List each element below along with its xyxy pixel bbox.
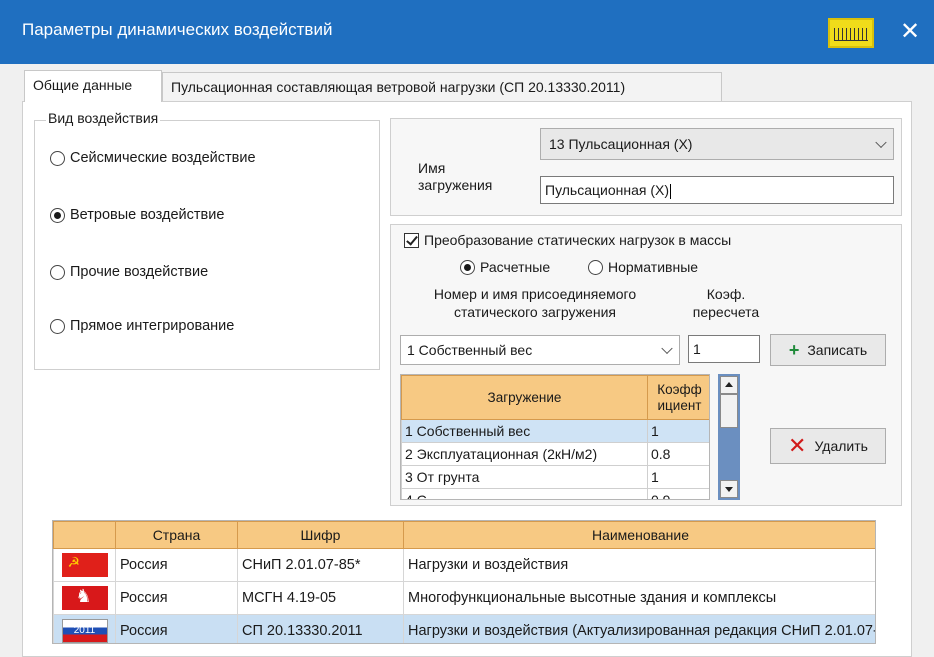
table-cell[interactable] [53, 548, 116, 582]
radio-wind-label: Ветровые воздействие [70, 207, 225, 223]
scroll-down-icon[interactable] [720, 480, 738, 498]
table-cell[interactable]: СП 20.13330.2011 [237, 614, 404, 643]
radio-other-label: Прочие воздействие [70, 264, 209, 280]
table-cell[interactable]: Россия [115, 581, 238, 615]
moscow-flag-icon [61, 586, 108, 610]
table-cell[interactable]: Россия [115, 614, 238, 643]
radio-seismic-label: Сейсмические воздействие [70, 150, 256, 166]
load-name-label-line2: загружения [418, 177, 493, 193]
table-cell[interactable]: 1 [647, 419, 709, 443]
delete-x-icon: ✕ [788, 433, 807, 458]
radio-normative-label: Нормативные [608, 259, 699, 275]
checkbox-mark[interactable] [404, 232, 419, 248]
table-row[interactable]: 2 Эксплуатационная (2кН/м2) 0.8 [401, 442, 709, 466]
table-cell[interactable]: МСГН 4.19-05 [237, 581, 404, 615]
load-name-input[interactable]: Пульсационная (X) [540, 176, 894, 204]
radio-wind[interactable]: Ветровые воздействие [50, 207, 224, 223]
delete-button-label: Удалить [814, 438, 868, 454]
table-cell[interactable]: 4 С... [401, 488, 648, 499]
table-cell[interactable]: 1 [647, 465, 709, 489]
table-cell[interactable]: 0.9 [647, 488, 709, 499]
static-load-caption: Номер и имя присоединяемого статического… [412, 285, 658, 321]
table-cell[interactable]: 2 Эксплуатационная (2кН/м2) [401, 442, 648, 466]
window-title: Параметры динамических воздействий [22, 20, 333, 39]
scrollbar-thumb[interactable] [720, 394, 738, 428]
record-button[interactable]: + Записать [770, 334, 886, 366]
plus-icon: + [788, 339, 800, 360]
text-caret [670, 183, 672, 199]
radio-design-mark[interactable] [460, 259, 475, 275]
table-row[interactable]: Россия СНиП 2.01.07-85* Нагрузки и возде… [53, 548, 875, 582]
radio-other-mark[interactable] [50, 264, 65, 280]
radio-seismic-mark[interactable] [50, 150, 65, 166]
action-kind-legend: Вид воздействия [46, 110, 161, 126]
coef-value: 1 [693, 341, 701, 357]
flag-year-label: 2011 [73, 625, 96, 636]
radio-normative-mark[interactable] [588, 259, 603, 275]
radio-direct-integration-mark[interactable] [50, 318, 65, 334]
radio-wind-mark[interactable] [50, 207, 65, 223]
table-cell[interactable]: 3 От грунта [401, 465, 648, 489]
mass-conversion-checkbox[interactable]: Преобразование статических нагрузок в ма… [404, 232, 731, 248]
table-cell[interactable]: 0.8 [647, 442, 709, 466]
radio-seismic[interactable]: Сейсмические воздействие [50, 150, 256, 166]
radio-direct-integration[interactable]: Прямое интегрирование [50, 318, 234, 334]
table-row[interactable]: 1 Собственный вес 1 [401, 419, 709, 443]
static-load-select[interactable]: 1 Собственный вес [400, 335, 680, 365]
coef-input[interactable]: 1 [688, 335, 760, 363]
radio-design-label: Расчетные [480, 259, 551, 275]
static-caption-line2: статического загружения [454, 304, 616, 320]
ruler-icon[interactable] [828, 18, 874, 48]
radio-direct-integration-label: Прямое интегрирование [70, 318, 235, 334]
table-row[interactable]: Россия МСГН 4.19-05 Многофункциональные … [53, 581, 875, 615]
ussr-flag-icon [61, 553, 108, 577]
record-button-label: Записать [807, 342, 868, 358]
table-row[interactable]: 2011 Россия СП 20.13330.2011 Нагрузки и … [53, 614, 875, 643]
radio-other[interactable]: Прочие воздействие [50, 264, 208, 280]
radio-design-loads[interactable]: Расчетные [460, 259, 550, 275]
table-row[interactable]: 3 От грунта 1 [401, 465, 709, 489]
tab-wind-pulsation[interactable]: Пульсационная составляющая ветровой нагр… [162, 72, 722, 102]
coef-caption-line1: Коэф. [706, 286, 746, 302]
table-cell[interactable] [53, 581, 116, 615]
coef-caption-line2: пересчета [692, 304, 760, 320]
loads-grid-scrollbar[interactable] [718, 374, 740, 500]
mass-conversion-label: Преобразование статических нагрузок в ма… [424, 232, 732, 248]
loads-grid[interactable]: Загружение Коэфф ициент 1 Собственный ве… [400, 374, 710, 500]
table-cell[interactable]: 1 Собственный вес [401, 419, 648, 443]
table-cell[interactable]: 2011 [53, 614, 116, 643]
table-cell[interactable]: СНиП 2.01.07-85* [237, 548, 404, 582]
chevron-down-icon [661, 342, 673, 355]
delete-button[interactable]: ✕ Удалить [770, 428, 886, 464]
column-header-load[interactable]: Загружение [401, 375, 648, 420]
close-icon[interactable]: ✕ [890, 14, 930, 50]
table-cell[interactable]: Нагрузки и воздействия (Актуализированна… [403, 614, 875, 643]
column-header-coef[interactable]: Коэфф ициент [647, 375, 709, 420]
norms-grid[interactable]: Страна Шифр Наименование Россия СНиП 2.0… [52, 520, 876, 644]
scroll-up-icon[interactable] [720, 376, 738, 394]
table-cell[interactable]: Нагрузки и воздействия [403, 548, 875, 582]
load-name-label-line1: Имя [418, 160, 446, 176]
russia-flag-icon: 2011 [61, 619, 108, 643]
table-cell[interactable]: Многофункциональные высотные здания и ко… [403, 581, 875, 615]
column-header-flag[interactable] [53, 521, 116, 549]
radio-normative-loads[interactable]: Нормативные [588, 259, 698, 275]
column-header-code[interactable]: Шифр [237, 521, 404, 549]
chevron-down-icon [875, 136, 887, 149]
static-load-value: 1 Собственный вес [407, 342, 533, 358]
table-row[interactable]: 4 С... 0.9 [401, 488, 709, 499]
static-caption-line1: Номер и имя присоединяемого [433, 286, 637, 302]
column-header-name[interactable]: Наименование [403, 521, 875, 549]
tab-general[interactable]: Общие данные [24, 70, 162, 102]
column-header-country[interactable]: Страна [115, 521, 238, 549]
table-cell[interactable]: Россия [115, 548, 238, 582]
load-select-value: 13 Пульсационная (X) [549, 136, 693, 152]
load-name-label: Имя загружения [418, 160, 492, 194]
coef-caption: Коэф. пересчета [678, 285, 774, 321]
load-select[interactable]: 13 Пульсационная (X) [540, 128, 894, 160]
load-name-value: Пульсационная (X) [545, 182, 670, 198]
